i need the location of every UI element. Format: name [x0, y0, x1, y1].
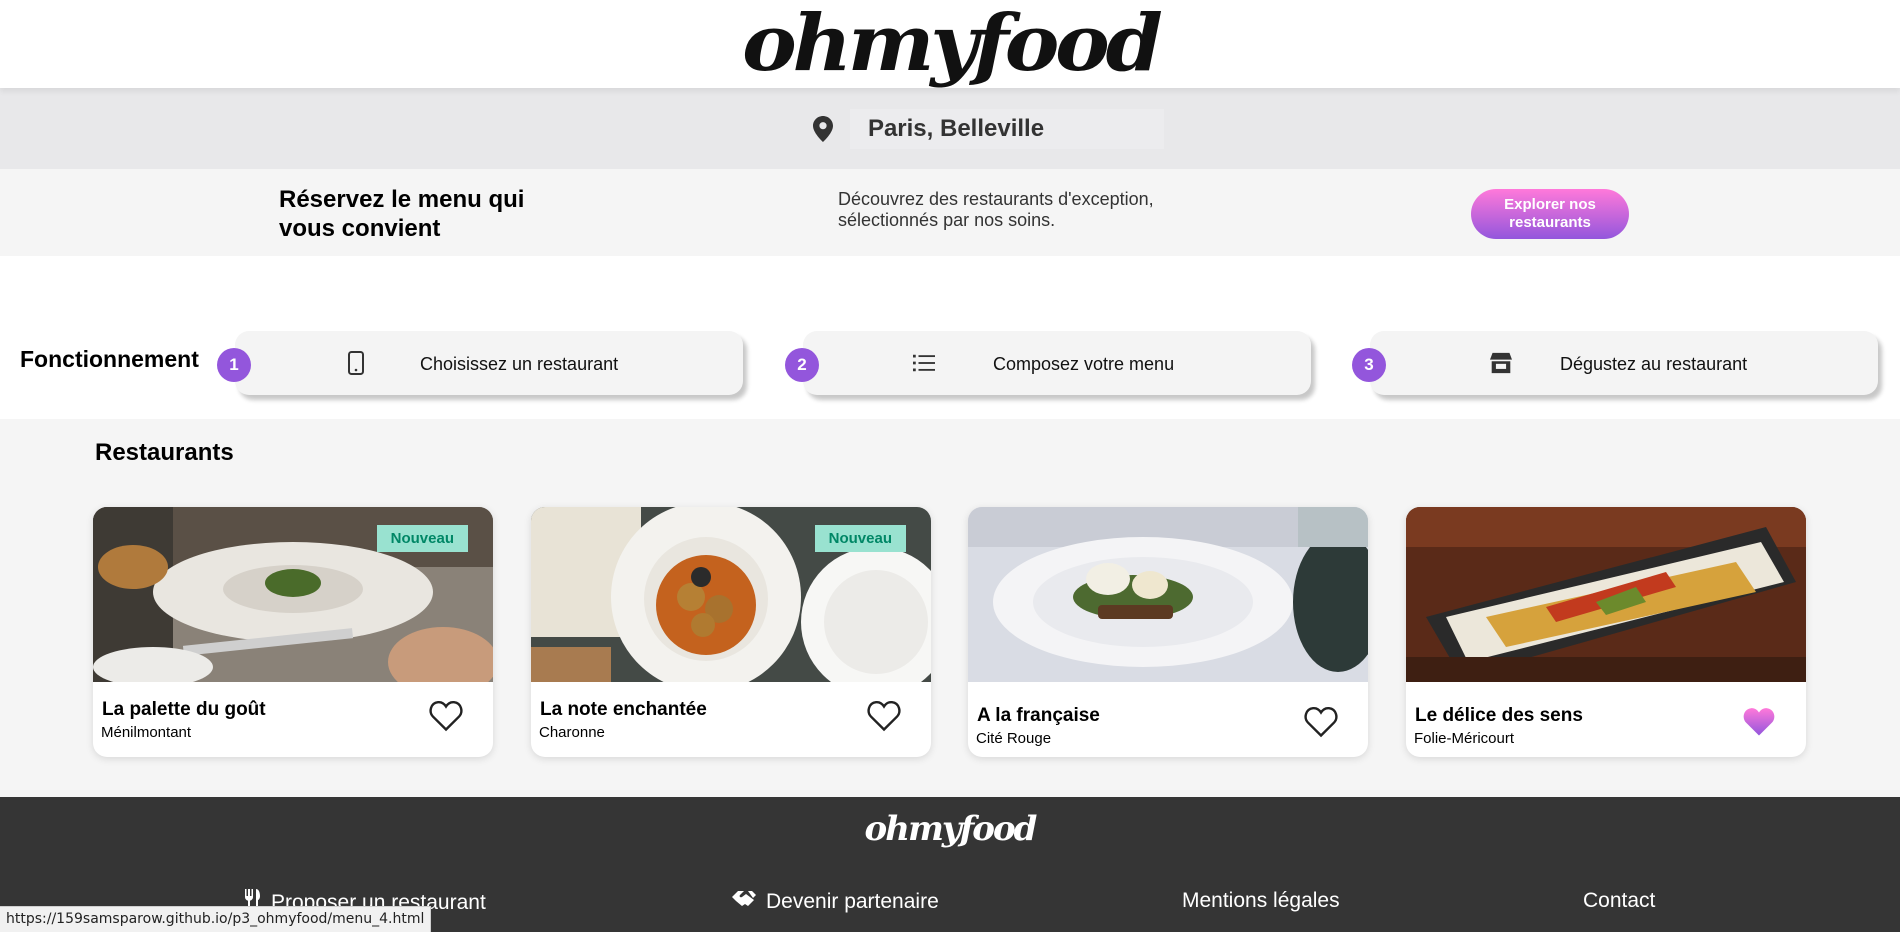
heart-outline-icon[interactable] [429, 700, 463, 732]
footer-link-label: Mentions légales [1182, 889, 1340, 912]
heart-outline-icon[interactable] [1304, 706, 1338, 738]
section-title-how-it-works: Fonctionnement [20, 346, 199, 372]
step-taste-restaurant[interactable]: 3 Dégustez au restaurant [1352, 331, 1878, 395]
smartphone-icon [345, 351, 367, 375]
restaurant-area: Cité Rouge [976, 730, 1052, 747]
restaurant-card[interactable]: Nouveau La note enchantée Charonne [531, 507, 931, 757]
site-logo[interactable]: ohmyfood [742, 5, 1163, 83]
restaurant-card[interactable]: Nouveau La palette du goût Ménilmontant [93, 507, 493, 757]
list-icon [913, 351, 935, 375]
location-bar: Paris, Belleville [0, 88, 1900, 169]
hero-banner: Réservez le menu qui vous convient Décou… [0, 169, 1900, 256]
restaurant-name: A la française [977, 705, 1100, 726]
new-badge: Nouveau [814, 525, 906, 552]
browser-status-url: https://159samsparow.github.io/p3_ohmyfo… [0, 906, 432, 932]
footer-link-legal-notice[interactable]: Mentions légales [1182, 889, 1340, 913]
heart-filled-icon[interactable] [1742, 706, 1776, 738]
footer-link-label: Contact [1583, 889, 1656, 912]
step-number: 1 [217, 348, 251, 382]
step-label: Dégustez au restaurant [1560, 354, 1748, 374]
step-choose-restaurant[interactable]: 1 Choisissez un restaurant [217, 331, 743, 395]
restaurants-section: Restaurants Nouveau La palette du goût M… [0, 419, 1900, 797]
handshake-icon [730, 889, 756, 915]
step-compose-menu[interactable]: 2 Composez votre menu [785, 331, 1311, 395]
step-label: Choisissez un restaurant [420, 354, 619, 374]
how-it-works-section: Fonctionnement 1 Choisissez un restauran… [0, 256, 1900, 419]
footer-link-become-partner[interactable]: Devenir partenaire [730, 889, 939, 915]
banner-title: Réservez le menu qui vous convient [279, 186, 525, 242]
restaurant-card[interactable]: Le délice des sens Folie-Méricourt [1406, 507, 1806, 757]
footer-link-contact[interactable]: Contact [1583, 889, 1655, 913]
location-field[interactable]: Paris, Belleville [795, 108, 1165, 149]
restaurant-name: La palette du goût [102, 699, 266, 720]
step-number: 2 [785, 348, 819, 382]
restaurant-area: Charonne [539, 724, 605, 741]
restaurant-photo: Nouveau [93, 507, 493, 682]
section-title-restaurants: Restaurants [95, 439, 234, 466]
restaurant-name: Le délice des sens [1415, 705, 1583, 726]
restaurant-photo: Nouveau [531, 507, 931, 682]
step-number: 3 [1352, 348, 1386, 382]
restaurant-name: La note enchantée [540, 699, 707, 720]
banner-description: Découvrez des restaurants d'exception, s… [838, 189, 1154, 230]
explore-restaurants-button[interactable]: Explorer nos restaurants [1471, 189, 1629, 239]
restaurant-card[interactable]: A la française Cité Rouge [968, 507, 1368, 757]
restaurant-photo [1406, 507, 1806, 682]
restaurant-area: Ménilmontant [101, 724, 192, 741]
location-text: Paris, Belleville [867, 114, 1045, 142]
restaurant-photo [968, 507, 1368, 682]
new-badge: Nouveau [376, 525, 468, 552]
map-pin-icon [795, 108, 850, 149]
restaurant-area: Folie-Méricourt [1414, 730, 1515, 747]
site-header: ohmyfood [0, 0, 1900, 88]
footer-link-label: Devenir partenaire [766, 890, 939, 913]
store-icon [1490, 351, 1512, 375]
heart-outline-icon[interactable] [867, 700, 901, 732]
footer-logo[interactable]: ohmyfood [0, 809, 1900, 849]
step-label: Composez votre menu [993, 354, 1175, 374]
